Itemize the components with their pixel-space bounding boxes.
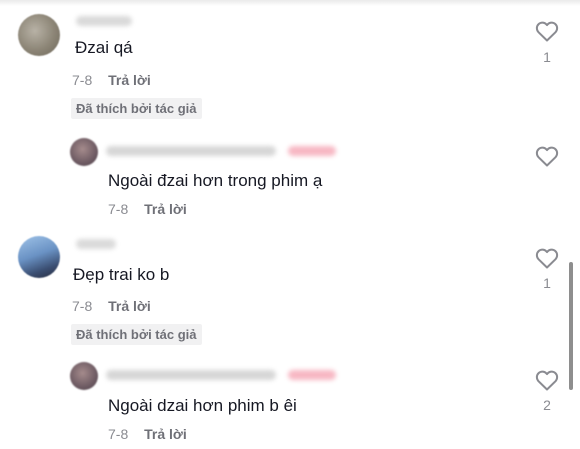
comment-meta: 7-8 Trả lời xyxy=(72,72,151,88)
username-blurred[interactable] xyxy=(76,239,116,249)
username-blurred[interactable] xyxy=(106,146,276,156)
like-button[interactable] xyxy=(535,20,559,42)
avatar[interactable] xyxy=(70,362,98,390)
comments-panel: Đzai qá 7-8 Trả lời Đã thích bởi tác giả… xyxy=(0,0,580,449)
liked-by-creator-badge: Đã thích bởi tác giả xyxy=(71,98,202,119)
author-tag-blurred xyxy=(288,146,336,156)
like-count: 1 xyxy=(543,275,551,291)
top-divider xyxy=(0,0,580,6)
reply-button[interactable]: Trả lời xyxy=(108,72,151,88)
heart-outline-icon xyxy=(535,370,559,391)
scrollbar[interactable] xyxy=(569,262,573,390)
username-blurred[interactable] xyxy=(106,370,276,380)
avatar[interactable] xyxy=(18,14,60,56)
like-count: 1 xyxy=(543,49,551,65)
comment-text: Đẹp trai ko b xyxy=(73,265,170,284)
comment-date: 7-8 xyxy=(72,298,93,314)
reply-button[interactable]: Trả lời xyxy=(144,201,187,217)
reply-button[interactable]: Trả lời xyxy=(144,426,187,442)
comment-meta: 7-8 Trả lời xyxy=(72,298,151,314)
comment-date: 7-8 xyxy=(72,72,93,88)
comment-text: Đzai qá xyxy=(75,38,133,57)
reply-text: Ngoài đzai hơn trong phim ạ xyxy=(108,171,323,190)
like-button[interactable] xyxy=(535,369,559,391)
reply-meta: 7-8 Trả lời xyxy=(108,201,187,217)
like-count: 2 xyxy=(543,397,551,413)
reply-date: 7-8 xyxy=(108,426,129,442)
reply-meta: 7-8 Trả lời xyxy=(108,426,187,442)
reply-date: 7-8 xyxy=(108,201,129,217)
avatar[interactable] xyxy=(18,236,60,278)
author-tag-blurred xyxy=(288,370,336,380)
heart-outline-icon xyxy=(535,146,559,167)
reply-text: Ngoài dzai hơn phim b êi xyxy=(108,396,297,415)
username-blurred[interactable] xyxy=(76,16,132,26)
avatar[interactable] xyxy=(70,138,98,166)
like-button[interactable] xyxy=(535,247,559,269)
reply-button[interactable]: Trả lời xyxy=(108,298,151,314)
liked-by-creator-badge: Đã thích bởi tác giả xyxy=(71,324,202,345)
like-button[interactable] xyxy=(535,145,559,167)
heart-outline-icon xyxy=(535,21,559,42)
heart-outline-icon xyxy=(535,248,559,269)
